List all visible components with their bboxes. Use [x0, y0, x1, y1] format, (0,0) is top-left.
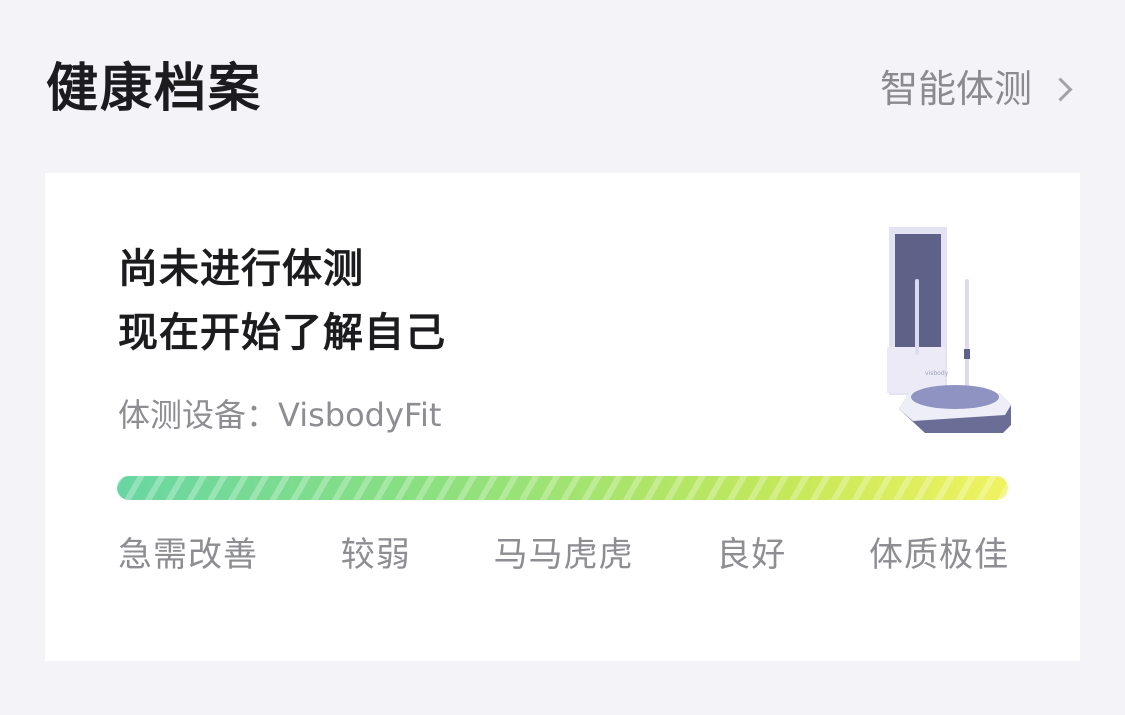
device-label: 体测设备：	[118, 396, 279, 434]
page-title: 健康档案	[46, 59, 263, 119]
level-label: 马马虎虎	[493, 535, 634, 575]
scanner-platform-top	[911, 385, 999, 409]
chevron-right-icon	[1048, 76, 1073, 102]
level-label: 良好	[716, 535, 787, 575]
smart-test-link[interactable]: 智能体测	[880, 66, 1079, 112]
section-header: 健康档案 智能体测	[46, 50, 1079, 130]
smart-test-link-label: 智能体测	[879, 67, 1032, 111]
level-bar-stripes	[117, 476, 1008, 500]
level-label: 体质极佳	[869, 535, 1009, 575]
fitness-level-bar	[117, 476, 1008, 500]
level-label: 急需改善	[118, 535, 258, 575]
health-record-card[interactable]: 尚未进行体测 现在开始了解自己 体测设备：VisbodyFit visbody …	[45, 173, 1080, 661]
device-info: 体测设备：VisbodyFit	[118, 393, 441, 437]
headline-line-1: 尚未进行体测	[118, 246, 364, 292]
level-labels: 急需改善 较弱 马马虎虎 良好 体质极佳	[118, 531, 1009, 579]
body-scanner-illustration: visbody	[887, 227, 1011, 433]
device-name: VisbodyFit	[278, 396, 442, 434]
scanner-handle-grip	[964, 349, 970, 359]
level-label: 较弱	[340, 535, 411, 575]
headline-line-2: 现在开始了解自己	[118, 310, 446, 356]
illustration-brand: visbody	[925, 370, 949, 377]
card-headline: 尚未进行体测 现在开始了解自己	[118, 237, 446, 365]
